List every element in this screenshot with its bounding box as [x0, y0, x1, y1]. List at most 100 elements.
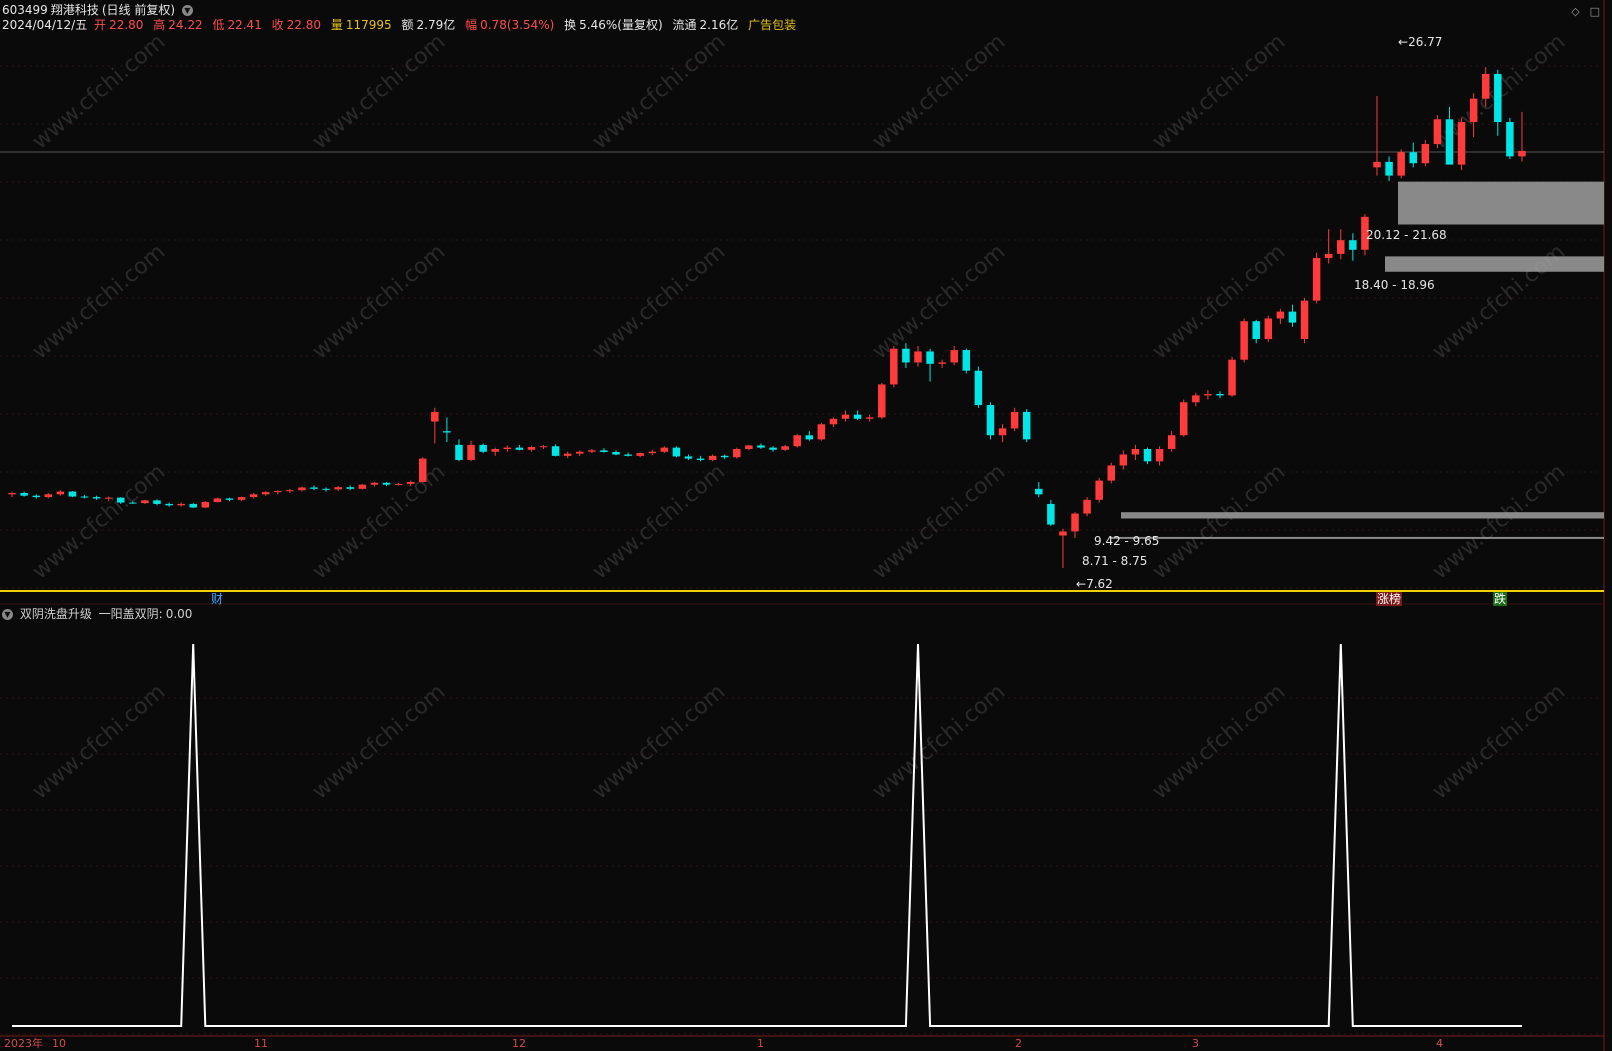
- candle-body: [1373, 161, 1381, 168]
- window-controls: ◇ □: [1565, 4, 1600, 18]
- candle-body: [865, 417, 874, 419]
- candle-body: [479, 444, 487, 452]
- indicator-line-value: 0.00: [165, 607, 193, 621]
- candle-body: [189, 503, 197, 508]
- diamond-icon[interactable]: ◇: [1571, 5, 1579, 18]
- low-value: 22.41: [227, 18, 262, 32]
- candle-body: [708, 455, 717, 460]
- candle-body: [515, 447, 524, 450]
- volume-value: 117995: [345, 18, 392, 32]
- stock-chart-window[interactable]: www.cfchi.com www.cfchi.com www.cfchi.com w…: [0, 0, 1612, 1051]
- candle-body: [962, 350, 971, 371]
- fall-tag[interactable]: 跌: [1493, 592, 1508, 606]
- quote-date: 2024/04/12/五: [2, 18, 88, 32]
- candle-body: [1047, 503, 1055, 525]
- candle-body: [418, 458, 427, 482]
- candle-body: [141, 500, 149, 504]
- candle-body: [382, 482, 391, 485]
- candle-body: [1252, 321, 1260, 340]
- time-axis-label: 4: [1436, 1037, 1443, 1050]
- candle-body: [249, 494, 258, 498]
- candle-body: [576, 451, 584, 454]
- candle-body: [841, 414, 850, 419]
- candle-body: [829, 418, 838, 425]
- turnover-value: 5.46%(量复权): [579, 18, 663, 32]
- time-axis-label: 2023年: [4, 1037, 43, 1050]
- support-zone: [1110, 536, 1604, 539]
- candle-body: [213, 498, 222, 503]
- candle-body: [636, 453, 644, 456]
- chart-background: [0, 0, 1612, 1051]
- candle-body: [129, 502, 137, 504]
- zone-label: 20.12 - 21.68: [1366, 228, 1447, 242]
- zone-label: 18.40 - 18.96: [1354, 278, 1435, 292]
- candle-body: [539, 446, 548, 448]
- low-marker-value: 7.62: [1086, 577, 1113, 591]
- candle-body: [1457, 122, 1466, 165]
- candle-body: [684, 456, 693, 459]
- chevron-down-icon[interactable]: ▼: [2, 609, 13, 620]
- candle-body: [1167, 435, 1176, 449]
- candle-body: [1204, 394, 1212, 396]
- candle-body: [781, 446, 789, 450]
- candle-body: [600, 450, 608, 453]
- candle-body: [1385, 161, 1393, 176]
- support-zone: [1385, 256, 1604, 272]
- candle-body: [563, 453, 572, 456]
- candle-body: [1397, 152, 1405, 176]
- candle-body: [696, 458, 705, 460]
- close-value: 22.80: [286, 18, 322, 32]
- high-value: 24.22: [168, 18, 203, 32]
- candle-body: [1035, 488, 1043, 495]
- stock-name: 翔港科技: [50, 3, 99, 17]
- candle-body: [68, 491, 77, 497]
- finance-tag[interactable]: 财: [210, 592, 224, 606]
- high-marker-value: 26.77: [1408, 35, 1443, 49]
- indicator-name: 双阴洗盘升级: [19, 607, 92, 621]
- candle-body: [310, 487, 318, 489]
- candle-body: [1481, 73, 1490, 99]
- candle-body: [853, 414, 862, 419]
- float-label: 流通: [672, 18, 697, 32]
- quote-line: 2024/04/12/五 开 22.80 高 24.22 低 22.41 收 22.80…: [2, 18, 799, 32]
- chevron-down-icon[interactable]: ▼: [181, 5, 193, 16]
- square-icon[interactable]: □: [1590, 5, 1600, 18]
- candle-body: [998, 428, 1007, 436]
- candle-body: [1010, 411, 1019, 429]
- low-price-marker: ←7.62: [1076, 577, 1113, 591]
- change-label: 幅: [465, 18, 478, 32]
- candle-body: [974, 370, 983, 406]
- candle-body: [938, 362, 946, 364]
- time-axis-label: 2: [1015, 1037, 1022, 1050]
- candle-body: [358, 484, 367, 489]
- candle-body: [1445, 119, 1454, 165]
- chart-canvas[interactable]: www.cfchi.com www.cfchi.com www.cfchi.com w…: [0, 0, 1612, 1051]
- candle-body: [1059, 531, 1067, 536]
- candle-body: [56, 491, 65, 495]
- time-axis-label: 10: [52, 1037, 66, 1050]
- time-axis-label: 12: [512, 1037, 526, 1050]
- candle-body: [1421, 144, 1430, 164]
- volume-label: 量: [330, 18, 343, 32]
- candle-body: [44, 494, 53, 498]
- rise-rank-tag[interactable]: 涨榜: [1376, 592, 1403, 606]
- candle-body: [431, 411, 439, 422]
- open-value: 22.80: [109, 18, 144, 32]
- candle-body: [92, 497, 101, 499]
- candle-body: [322, 488, 330, 490]
- indicator-header: ▼ 双阴洗盘升级 一阳盖双阴: 0.00: [2, 607, 195, 621]
- candle-body: [527, 447, 536, 450]
- candle-body: [8, 492, 16, 495]
- candle-body: [1337, 240, 1345, 254]
- candle-body: [1107, 465, 1116, 481]
- close-label: 收: [271, 18, 284, 32]
- sector-link[interactable]: 广告包装: [748, 18, 796, 32]
- candle-body: [660, 447, 669, 452]
- candle-body: [1131, 448, 1140, 455]
- candle-body: [1143, 448, 1152, 462]
- candle-body: [1228, 359, 1236, 396]
- candle-body: [406, 481, 415, 484]
- candle-body: [793, 435, 801, 447]
- turnover-label: 换: [564, 18, 577, 32]
- candle-body: [648, 451, 656, 454]
